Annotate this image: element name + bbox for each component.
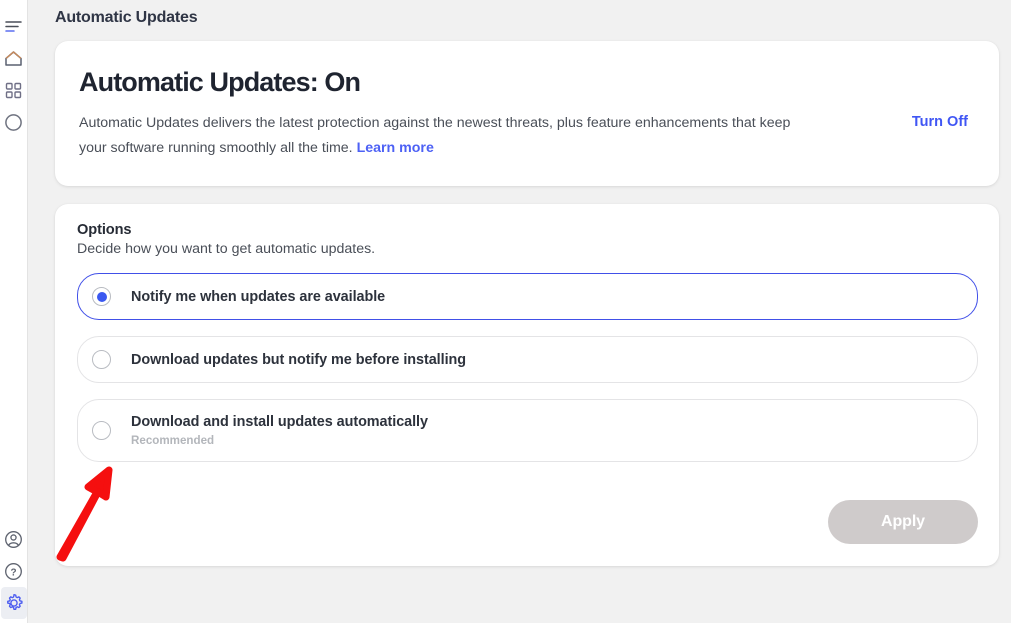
help-icon: ? <box>4 562 23 581</box>
radio-indicator[interactable] <box>92 350 111 369</box>
radio-text-group: Download updates but notify me before in… <box>131 352 466 368</box>
sidebar: ? <box>0 0 28 623</box>
sidebar-item-apps[interactable] <box>1 74 27 106</box>
sidebar-item-home[interactable] <box>1 42 27 74</box>
home-icon <box>4 50 23 67</box>
radio-option-download-install[interactable]: Download and install updates automatical… <box>77 399 978 462</box>
radio-recommended-note: Recommended <box>131 434 428 447</box>
apply-button[interactable]: Apply <box>828 500 978 544</box>
hero-text-block: Automatic Updates: On Automatic Updates … <box>79 67 912 160</box>
options-title: Options <box>77 222 978 238</box>
radio-text-group: Notify me when updates are available <box>131 289 385 305</box>
circle-icon <box>4 113 23 132</box>
sidebar-top-group <box>1 0 27 138</box>
sidebar-item-account[interactable] <box>1 523 27 555</box>
radio-text-group: Download and install updates automatical… <box>131 414 428 447</box>
apps-icon <box>5 82 22 99</box>
main-content: Automatic Updates Automatic Updates: On … <box>28 0 1011 623</box>
sidebar-item-help[interactable]: ? <box>1 555 27 587</box>
options-card: Options Decide how you want to get autom… <box>55 204 999 566</box>
automatic-updates-status-card: Automatic Updates: On Automatic Updates … <box>55 41 999 186</box>
account-icon <box>4 530 23 549</box>
sidebar-item-status[interactable] <box>1 106 27 138</box>
radio-label: Download and install updates automatical… <box>131 414 428 430</box>
hero-title: Automatic Updates: On <box>79 67 912 97</box>
menu-icon <box>5 20 22 33</box>
turn-off-button[interactable]: Turn Off <box>912 114 968 130</box>
apply-row: Apply <box>77 478 978 544</box>
radio-indicator[interactable] <box>92 421 111 440</box>
hero-description: Automatic Updates delivers the latest pr… <box>79 111 819 160</box>
sidebar-item-settings[interactable] <box>1 587 27 619</box>
options-subtitle: Decide how you want to get automatic upd… <box>77 241 978 257</box>
svg-text:?: ? <box>10 567 16 578</box>
sidebar-item-menu[interactable] <box>1 10 27 42</box>
app-window: ? Automatic Updates Automatic Updates: O… <box>0 0 1011 623</box>
radio-option-download-notify[interactable]: Download updates but notify me before in… <box>77 336 978 383</box>
learn-more-link[interactable]: Learn more <box>357 140 434 156</box>
gear-icon <box>4 593 24 613</box>
hero-description-text: Automatic Updates delivers the latest pr… <box>79 115 790 155</box>
page-title: Automatic Updates <box>28 0 1011 27</box>
radio-option-notify-me[interactable]: Notify me when updates are available <box>77 273 978 320</box>
radio-label: Download updates but notify me before in… <box>131 352 466 368</box>
sidebar-bottom-group: ? <box>1 523 27 623</box>
radio-label: Notify me when updates are available <box>131 289 385 305</box>
hero-action-block: Turn Off <box>912 67 971 131</box>
radio-indicator[interactable] <box>92 287 111 306</box>
